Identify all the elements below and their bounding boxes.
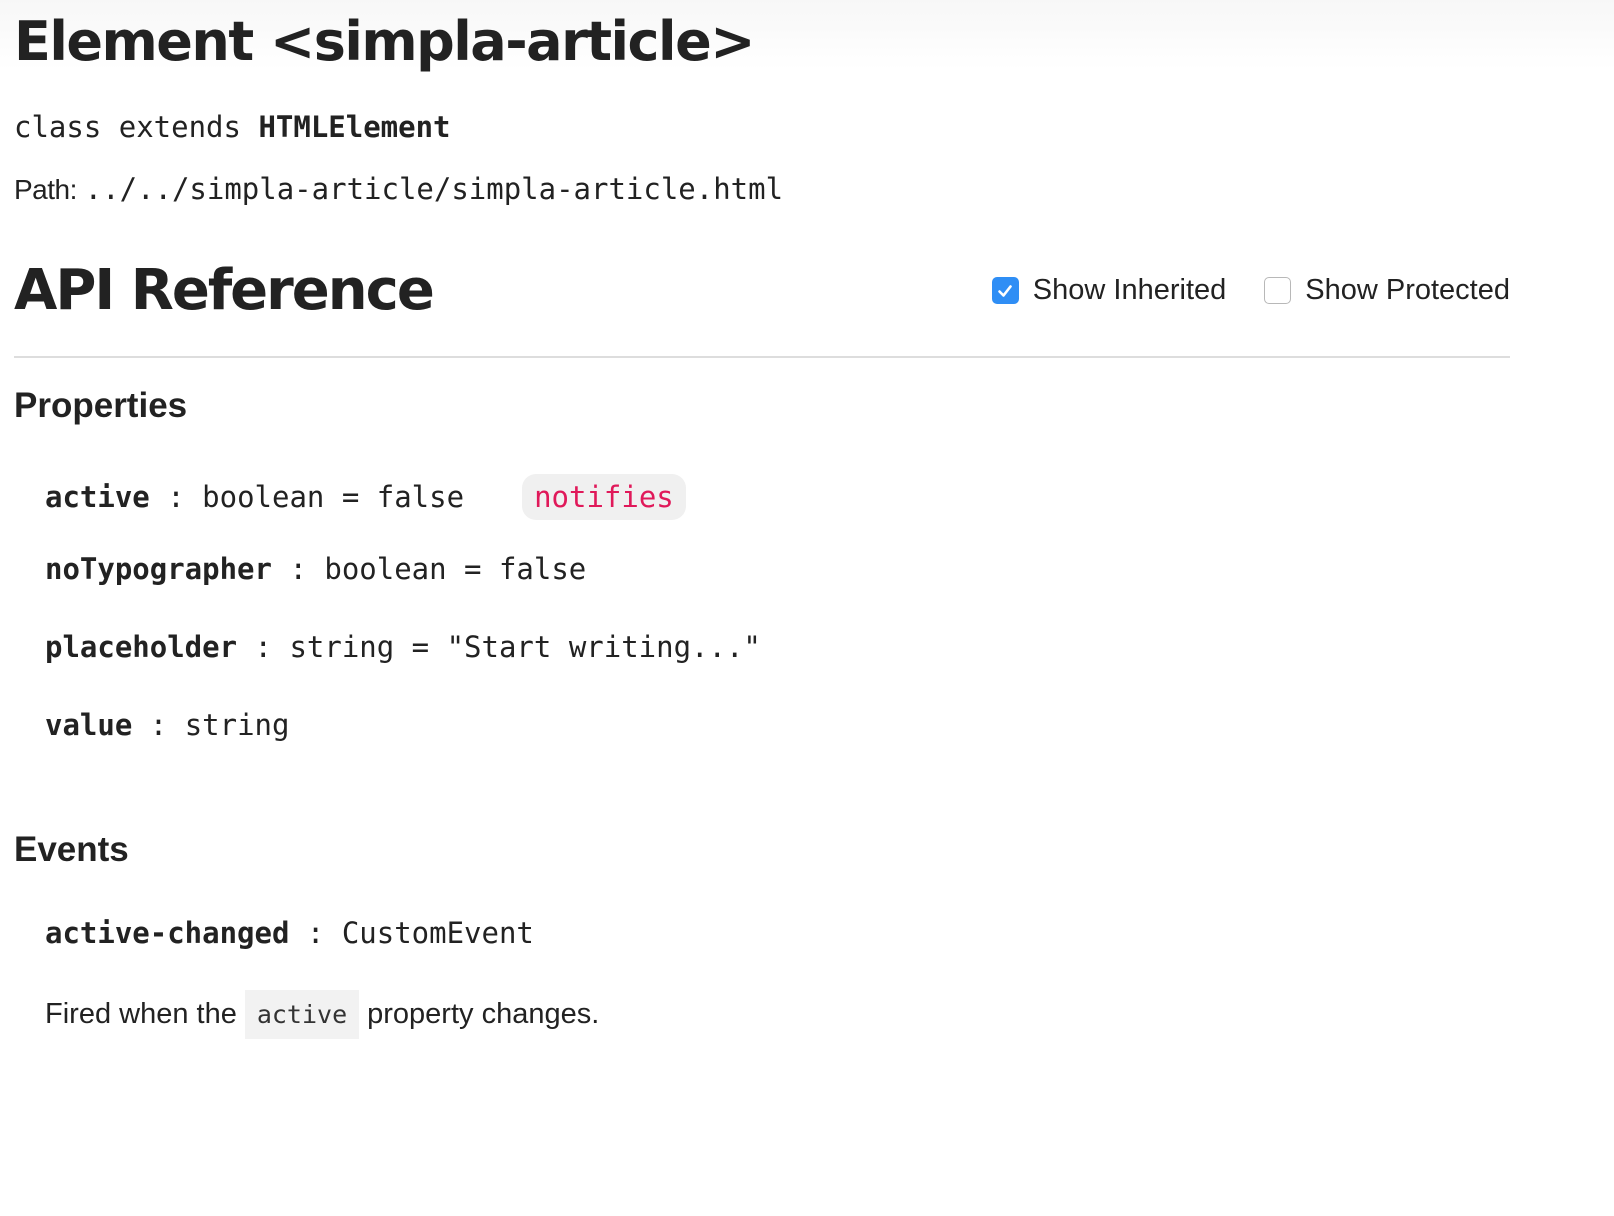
- show-inherited-label: Show Inherited: [1032, 274, 1227, 306]
- property-default: = false: [446, 552, 587, 586]
- show-inherited-toggle[interactable]: Show Inherited: [991, 274, 1227, 307]
- property-separator: :: [132, 708, 185, 742]
- event-type: CustomEvent: [341, 916, 534, 950]
- event-description-after: property changes.: [367, 998, 600, 1030]
- property-separator: :: [149, 480, 203, 514]
- show-inherited-checkbox[interactable]: [991, 277, 1019, 304]
- property-type: string: [289, 630, 395, 664]
- property-row-notypographer: noTypographer : boolean = false: [45, 552, 586, 586]
- event-description: Fired when the active property changes.: [45, 990, 599, 1039]
- superclass-name: HTMLElement: [258, 110, 451, 144]
- api-toggles: Show Inherited Show Protected: [954, 274, 1510, 307]
- event-row-active-changed: active-changed : CustomEvent: [45, 916, 534, 950]
- property-type: boolean: [324, 552, 447, 586]
- checkmark-icon: [998, 284, 1013, 297]
- property-type: string: [184, 708, 290, 742]
- element-title: Element <simpla-article>: [14, 10, 755, 73]
- property-name: noTypographer: [45, 552, 272, 586]
- show-protected-toggle[interactable]: Show Protected: [1264, 274, 1510, 307]
- class-keyword: class extends: [14, 110, 241, 144]
- path-label: Path:: [14, 174, 77, 205]
- path-value: ../../simpla-article/simpla-article.html: [84, 172, 784, 206]
- property-separator: :: [237, 630, 290, 664]
- show-protected-label: Show Protected: [1305, 274, 1510, 306]
- event-description-code: active: [244, 990, 360, 1039]
- property-type: boolean: [202, 480, 325, 514]
- property-row-value: value : string: [45, 708, 289, 742]
- class-declaration: class extends HTMLElement: [14, 110, 451, 144]
- event-description-before: Fired when the: [45, 998, 237, 1030]
- property-name: placeholder: [45, 630, 238, 664]
- property-name: value: [45, 708, 133, 742]
- properties-heading: Properties: [14, 386, 188, 425]
- show-protected-checkbox[interactable]: [1264, 277, 1292, 304]
- property-default: = "Start writing...": [394, 630, 761, 664]
- property-row-placeholder: placeholder : string = "Start writing...…: [45, 630, 761, 664]
- property-default: = false: [324, 480, 465, 514]
- path-line: Path: ../../simpla-article/simpla-articl…: [14, 172, 783, 206]
- event-separator: :: [289, 916, 342, 950]
- property-separator: :: [271, 552, 325, 586]
- event-name: active-changed: [45, 916, 290, 950]
- property-name: active: [45, 480, 150, 514]
- events-heading: Events: [14, 830, 129, 869]
- api-reference-title: API Reference: [14, 258, 435, 323]
- section-divider: [14, 356, 1510, 358]
- notifies-badge: notifies: [522, 474, 686, 520]
- property-row-active: active : boolean = false notifies: [45, 474, 686, 520]
